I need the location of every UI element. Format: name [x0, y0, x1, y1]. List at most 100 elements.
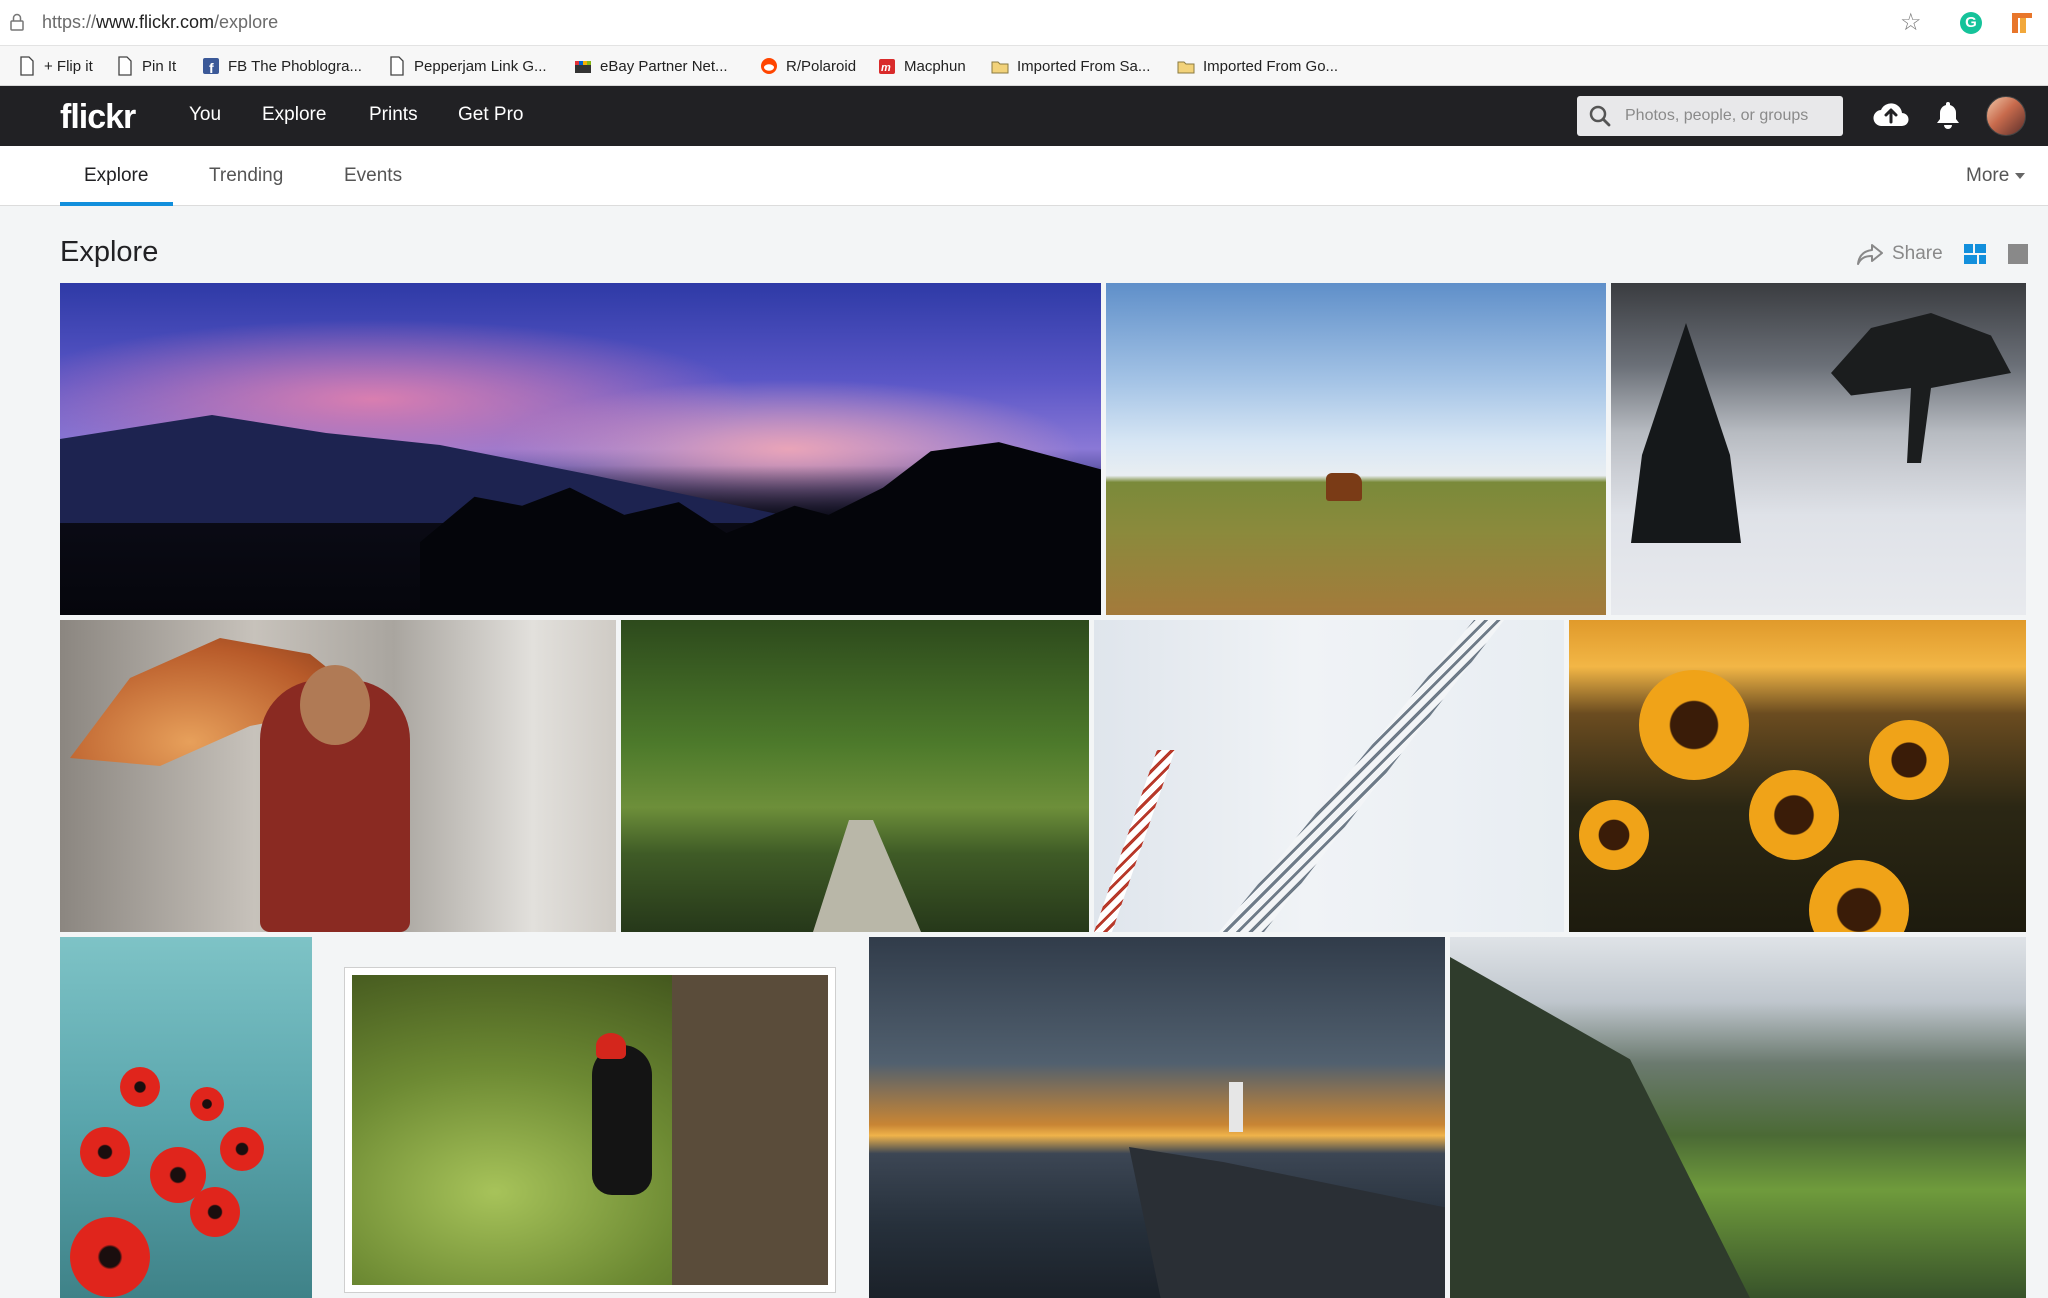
- bookmark-imported-google[interactable]: Imported From Go...: [1177, 54, 1338, 78]
- more-label: More: [1966, 165, 2010, 186]
- justified-view-icon[interactable]: [1964, 244, 1986, 264]
- page-icon: [390, 56, 404, 76]
- upload-cloud-icon[interactable]: [1873, 100, 1909, 130]
- tree-silhouette: [420, 442, 1101, 615]
- grammarly-icon[interactable]: G: [1960, 12, 1982, 34]
- tree-bark: [672, 975, 828, 1285]
- nav-prints[interactable]: Prints: [369, 104, 418, 126]
- svg-text:f: f: [209, 60, 214, 76]
- share-label: Share: [1892, 243, 1943, 264]
- folder-icon: [1177, 61, 1195, 74]
- bookmark-r-polaroid[interactable]: R/Polaroid: [760, 54, 856, 78]
- bookmark-label: Imported From Sa...: [1017, 57, 1151, 75]
- tab-trending[interactable]: Trending: [209, 165, 283, 187]
- single-view-icon[interactable]: [2008, 244, 2028, 264]
- tab-explore[interactable]: Explore: [84, 165, 148, 187]
- search-input[interactable]: [1625, 96, 1835, 136]
- bookmarks-bar: + Flip it Pin It f FB The Phoblogra... P…: [0, 46, 2048, 86]
- horse: [1326, 473, 1362, 501]
- nav-you[interactable]: You: [189, 104, 221, 126]
- sunflower: [1809, 860, 1909, 932]
- flickr-logo[interactable]: flickr: [60, 98, 136, 137]
- poppy: [220, 1127, 264, 1171]
- page-icon: [20, 56, 34, 76]
- bookmark-pepperjam[interactable]: Pepperjam Link G...: [388, 54, 547, 78]
- woodpecker-crest: [596, 1033, 626, 1059]
- woodpecker-image: [352, 975, 828, 1285]
- user-avatar[interactable]: [1986, 96, 2026, 136]
- bookmark-label: FB The Phoblogra...: [228, 57, 362, 75]
- photo-green-valley[interactable]: [1450, 937, 2026, 1298]
- bookmark-ebay-partner[interactable]: eBay Partner Net...: [574, 54, 728, 78]
- folder-icon: [991, 61, 1009, 74]
- lighthouse: [1229, 1082, 1243, 1132]
- monk-head: [300, 665, 370, 745]
- poppy: [190, 1087, 224, 1121]
- share-icon: [1857, 244, 1883, 265]
- poppy: [70, 1217, 150, 1297]
- url-prefix: https://: [42, 12, 97, 32]
- more-menu[interactable]: More: [1966, 165, 2026, 187]
- pine-tree: [1631, 323, 1741, 543]
- svg-text:m: m: [881, 62, 891, 74]
- bookmark-label: + Flip it: [44, 57, 93, 75]
- sunflower: [1639, 670, 1749, 780]
- photo-horse-field[interactable]: [1106, 283, 1606, 615]
- bookmark-pin-it[interactable]: Pin It: [116, 54, 176, 78]
- bookmark-label: Macphun: [904, 57, 966, 75]
- bookmark-label: Imported From Go...: [1203, 57, 1339, 75]
- photo-red-poppies[interactable]: [60, 937, 312, 1298]
- sunflower: [1869, 720, 1949, 800]
- red-staircase: [1094, 750, 1175, 932]
- woodpecker-body: [592, 1045, 652, 1195]
- bookmark-fb-phoblographer[interactable]: f FB The Phoblogra...: [202, 54, 362, 78]
- page-icon: [118, 56, 132, 76]
- leaning-tree: [1831, 313, 2011, 463]
- ebay-icon: [575, 61, 591, 73]
- nav-get-pro[interactable]: Get Pro: [458, 104, 523, 126]
- tab-events[interactable]: Events: [344, 165, 402, 187]
- lock-icon: [10, 13, 24, 31]
- macphun-icon: m: [879, 59, 895, 74]
- sunflower: [1579, 800, 1649, 870]
- photo-forest-path[interactable]: [621, 620, 1089, 932]
- caret-down-icon: [2015, 172, 2026, 179]
- flickr-top-nav: flickr You Explore Prints Get Pro: [0, 86, 2048, 146]
- poppy: [80, 1127, 130, 1177]
- poppy: [120, 1067, 160, 1107]
- explore-subnav: Explore Trending Events More: [0, 146, 2048, 206]
- bookmark-label: R/Polaroid: [786, 57, 857, 75]
- photo-woodpecker[interactable]: [344, 967, 836, 1293]
- url-field[interactable]: https://www.flickr.com/explore: [42, 12, 278, 33]
- pepperjam-icon[interactable]: [2010, 11, 2034, 35]
- photo-white-staircase[interactable]: [1094, 620, 1564, 932]
- nav-explore[interactable]: Explore: [262, 104, 326, 126]
- rocky-pier: [1129, 1147, 1445, 1298]
- share-button[interactable]: Share: [1856, 242, 1943, 266]
- dark-hillside: [1450, 957, 1750, 1298]
- bookmark-flip-it[interactable]: + Flip it: [18, 54, 93, 78]
- photo-monk-umbrella[interactable]: [60, 620, 616, 932]
- facebook-icon: f: [203, 58, 219, 76]
- page-title: Explore: [60, 236, 159, 268]
- bookmark-label: Pin It: [142, 57, 177, 75]
- photo-snowy-trees[interactable]: [1611, 283, 2026, 615]
- url-host: www.flickr.com: [96, 12, 215, 32]
- bookmark-label: Pepperjam Link G...: [414, 57, 547, 75]
- staircase: [1219, 620, 1504, 932]
- photo-sunset-mountains[interactable]: [60, 283, 1101, 615]
- browser-address-bar: https://www.flickr.com/explore ☆ G: [0, 0, 2048, 46]
- mountain-silhouette: [60, 415, 820, 523]
- search-box[interactable]: [1577, 96, 1843, 136]
- bookmark-star-icon[interactable]: ☆: [1900, 11, 1922, 35]
- forest-path: [813, 820, 921, 932]
- active-tab-indicator: [60, 202, 173, 206]
- bookmark-imported-safari[interactable]: Imported From Sa...: [991, 54, 1150, 78]
- sunflower: [1749, 770, 1839, 860]
- poppy: [190, 1187, 240, 1237]
- search-icon: [1589, 105, 1611, 127]
- photo-sunflowers[interactable]: [1569, 620, 2026, 932]
- bookmark-macphun[interactable]: m Macphun: [878, 54, 966, 78]
- notifications-bell-icon[interactable]: [1935, 100, 1961, 130]
- photo-lighthouse-sunset[interactable]: [869, 937, 1445, 1298]
